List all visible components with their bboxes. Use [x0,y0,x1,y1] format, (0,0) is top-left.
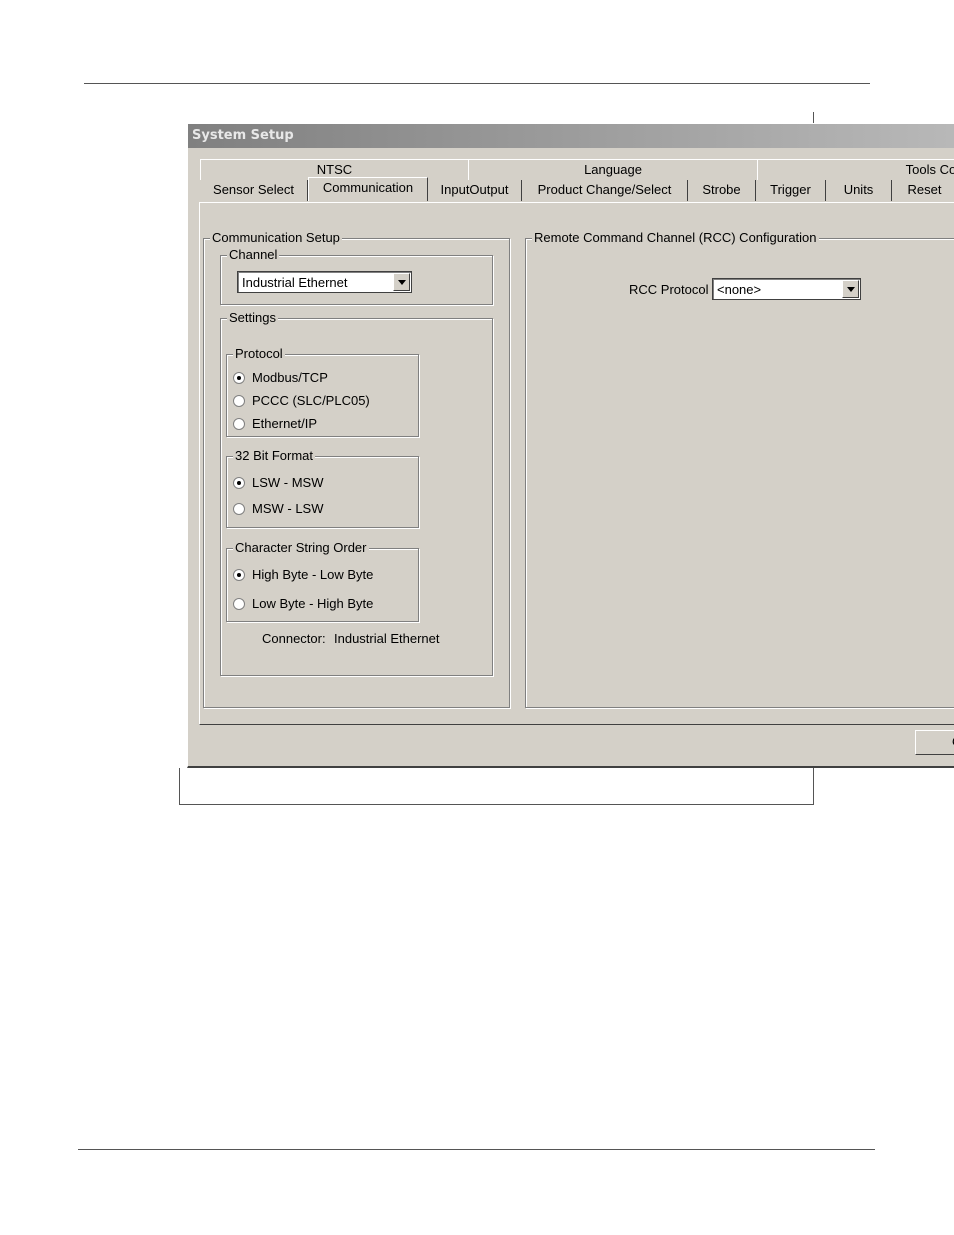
channel-dropdown-button[interactable] [393,273,410,291]
rcc-protocol-dropdown-button[interactable] [842,280,859,298]
radio-selected-icon [233,476,245,489]
rcc-configuration-group: Remote Command Channel (RCC) Configurati… [525,230,954,708]
radio-unselected-icon [233,417,245,430]
page-footer-rule [78,1149,875,1150]
radio-unselected-icon [233,597,245,610]
chevron-down-icon [847,287,855,292]
rcc-protocol-value: <none> [717,282,762,297]
radio-high-low[interactable]: High Byte - Low Byte [233,567,373,582]
radio-selected-icon [233,371,245,384]
rcc-configuration-title: Remote Command Channel (RCC) Configurati… [532,230,819,245]
ok-button[interactable]: O [915,730,954,755]
tab-panel-communication: Communication Setup Channel Industrial E… [199,202,954,725]
radio-modbus-tcp[interactable]: Modbus/TCP [233,370,328,385]
protocol-label: Protocol [233,346,285,361]
bit-format-group: 32 Bit Format LSW - MSW MSW - LSW [226,448,419,528]
radio-label: Low Byte - High Byte [252,596,374,611]
radio-label: MSW - LSW [252,501,324,516]
radio-lsw-msw[interactable]: LSW - MSW [233,475,324,490]
channel-select[interactable]: Industrial Ethernet [237,271,412,293]
figure-frame-left [179,768,180,805]
tab-trigger[interactable]: Trigger [756,180,826,201]
radio-selected-icon [233,568,245,581]
settings-group: Settings Protocol Modbus/TCP PCCC (SLC/P… [220,310,493,676]
tab-sensor-select[interactable]: Sensor Select [200,180,308,201]
rcc-protocol-select[interactable]: <none> [712,278,861,300]
string-order-group: Character String Order High Byte - Low B… [226,540,419,622]
radio-unselected-icon [233,502,245,515]
radio-label: High Byte - Low Byte [252,567,374,582]
tab-language[interactable]: Language [468,159,758,180]
figure-frame-bottom [179,804,814,805]
rcc-protocol-label: RCC Protocol [629,282,709,297]
window-title: System Setup [192,128,294,143]
channel-value: Industrial Ethernet [242,275,348,290]
connector-label: Connector: [262,631,326,646]
radio-msw-lsw[interactable]: MSW - LSW [233,501,324,516]
connector-value: Industrial Ethernet [334,631,440,646]
tab-inputoutput[interactable]: InputOutput [428,180,522,201]
page-header-rule [84,83,870,84]
radio-label: Ethernet/IP [252,416,318,431]
channel-label: Channel [227,247,280,262]
tab-reset[interactable]: Reset [892,180,954,201]
radio-low-high[interactable]: Low Byte - High Byte [233,596,373,611]
bit-format-label: 32 Bit Format [233,448,316,463]
title-bar[interactable]: System Setup [188,124,954,148]
channel-group: Channel Industrial Ethernet [220,247,493,305]
radio-label: PCCC (SLC/PLC05) [252,393,370,408]
chevron-down-icon [398,280,406,285]
tab-communication[interactable]: Communication [308,177,428,201]
system-setup-dialog: System Setup NTSC Language Tools Configu… [187,123,954,768]
communication-setup-group: Communication Setup Channel Industrial E… [203,230,510,708]
string-order-label: Character String Order [233,540,369,555]
radio-pccc[interactable]: PCCC (SLC/PLC05) [233,393,370,408]
radio-ethernet-ip[interactable]: Ethernet/IP [233,416,317,431]
protocol-group: Protocol Modbus/TCP PCCC (SLC/PLC05) Eth… [226,346,419,437]
tab-tools-configuration[interactable]: Tools Configura [757,159,954,180]
radio-unselected-icon [233,394,245,407]
tab-units[interactable]: Units [826,180,892,201]
radio-label: LSW - MSW [252,475,324,490]
tab-product-change-select[interactable]: Product Change/Select [522,180,688,201]
communication-setup-title: Communication Setup [210,230,342,245]
settings-label: Settings [227,310,278,325]
radio-label: Modbus/TCP [252,370,328,385]
tab-strobe[interactable]: Strobe [688,180,756,201]
